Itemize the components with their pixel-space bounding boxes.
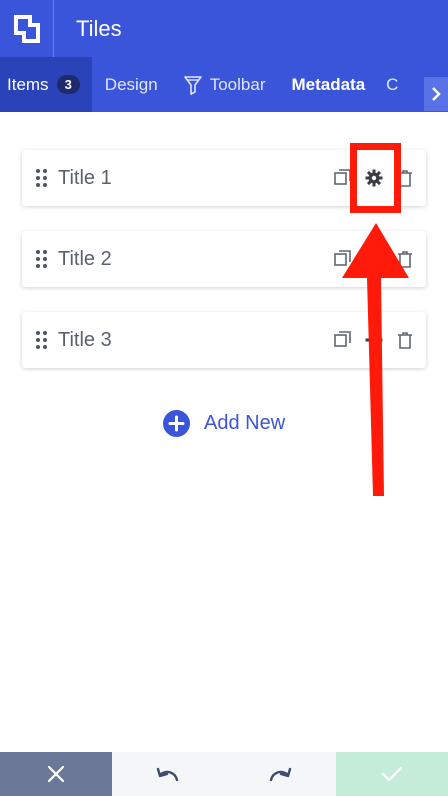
undo-icon (156, 767, 179, 782)
bottom-action-bar (0, 752, 448, 796)
save-button[interactable] (336, 752, 448, 796)
check-icon (381, 766, 403, 782)
close-icon (47, 765, 65, 783)
undo-button[interactable] (112, 752, 224, 796)
redo-button[interactable] (224, 752, 336, 796)
cancel-button[interactable] (0, 752, 112, 796)
annotation-arrow (342, 223, 409, 496)
redo-icon (269, 767, 292, 782)
